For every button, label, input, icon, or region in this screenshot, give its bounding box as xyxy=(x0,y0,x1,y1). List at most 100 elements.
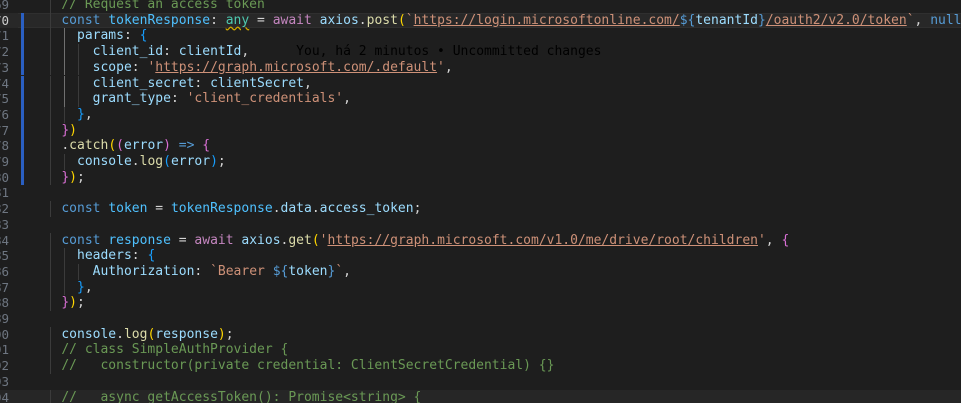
code-token: ( xyxy=(311,232,320,248)
line-number: 80 xyxy=(0,169,9,185)
code-text[interactable]: }); xyxy=(46,295,84,311)
code-token: https://graph.microsoft.com/.default xyxy=(155,59,438,75)
code-line[interactable]: 85 headers: { xyxy=(0,248,961,264)
code-text[interactable]: client_id: clientId, You, há 2 minutos •… xyxy=(46,44,602,60)
code-text[interactable]: console.log(error); xyxy=(46,154,226,170)
code-token: . xyxy=(311,201,320,217)
code-token: tenantId xyxy=(695,12,758,28)
code-token: // class SimpleAuthProvider { xyxy=(61,342,289,358)
code-line[interactable]: 83 xyxy=(0,217,961,233)
code-text[interactable]: .catch((error) => { xyxy=(46,138,210,154)
code-line[interactable]: 80 }); xyxy=(0,169,961,186)
code-text[interactable]: }); xyxy=(46,170,84,186)
code-line[interactable]: 79 console.log(error); xyxy=(0,154,961,170)
code-text[interactable]: // class SimpleAuthProvider { xyxy=(46,342,289,358)
git-change-marker[interactable] xyxy=(21,59,24,76)
code-text[interactable]: Authorization: `Bearer ${token}`, xyxy=(46,264,351,280)
code-token: : xyxy=(194,263,211,279)
code-text[interactable]: const response = await axios.get('https:… xyxy=(46,232,789,249)
line-number: 76 xyxy=(0,106,9,122)
code-token: ` xyxy=(906,12,915,28)
code-line[interactable]: 74 client_secret: clientSecret, xyxy=(0,75,961,92)
code-line[interactable]: 84 const response = await axios.get('htt… xyxy=(0,232,961,249)
code-line[interactable]: 93 xyxy=(0,374,961,390)
git-blame-annotation: You, há 2 minutos • Uncommitted changes xyxy=(249,44,602,60)
code-line[interactable]: 77 }) xyxy=(0,122,961,139)
code-token: : xyxy=(123,28,140,44)
code-line[interactable]: 92 // constructor(private credential: Cl… xyxy=(0,358,961,374)
git-change-marker[interactable] xyxy=(21,106,24,123)
code-text[interactable]: // async getAccessToken(): Promise<strin… xyxy=(46,390,421,403)
code-text[interactable]: headers: { xyxy=(46,248,155,264)
code-line[interactable]: 73 scope: 'https://graph.microsoft.com/.… xyxy=(0,59,961,76)
code-line[interactable]: 82 const token = tokenResponse.data.acce… xyxy=(0,201,961,217)
code-line[interactable]: 71 params: { xyxy=(0,28,961,45)
code-token: access_token xyxy=(319,201,414,217)
code-line[interactable]: 69 // Request an access token xyxy=(0,0,961,13)
code-line[interactable]: 89 xyxy=(0,311,961,327)
code-token: error xyxy=(123,138,164,154)
code-text[interactable]: }, xyxy=(46,107,93,123)
code-token: ( xyxy=(163,154,171,169)
code-token: 'client_credentials' xyxy=(186,91,344,107)
code-text[interactable]: scope: 'https://graph.microsoft.com/.def… xyxy=(46,60,453,76)
line-number: 84 xyxy=(0,232,9,248)
code-text[interactable]: grant_type: 'client_credentials', xyxy=(46,91,351,107)
code-text[interactable]: // constructor(private credential: Clien… xyxy=(46,358,554,374)
code-line[interactable]: 88 }); xyxy=(0,295,961,311)
code-token: console xyxy=(77,154,132,169)
code-line[interactable]: 76 }, xyxy=(0,106,961,123)
code-editor[interactable]: 69 // Request an access token70 const to… xyxy=(0,0,961,403)
line-number: 90 xyxy=(0,326,9,342)
git-change-marker[interactable] xyxy=(21,169,24,186)
code-line[interactable]: 86 Authorization: `Bearer ${token}`, xyxy=(0,263,961,280)
code-text[interactable]: }, xyxy=(46,280,93,296)
code-line[interactable]: 81 xyxy=(0,185,961,201)
code-text[interactable]: }) xyxy=(46,123,77,139)
code-line[interactable]: 78 .catch((error) => { xyxy=(0,138,961,154)
code-text[interactable]: client_secret: clientSecret, xyxy=(46,76,312,92)
code-token: Authorization xyxy=(92,263,195,279)
git-change-marker[interactable] xyxy=(21,154,24,170)
git-change-marker[interactable] xyxy=(21,138,24,154)
code-line[interactable]: 90 console.log(response); xyxy=(0,326,961,343)
git-change-marker[interactable] xyxy=(21,122,24,139)
code-token: ( xyxy=(116,138,124,154)
git-change-marker[interactable] xyxy=(21,12,24,29)
line-number: 77 xyxy=(0,122,9,138)
code-text[interactable]: // Request an access token xyxy=(46,0,265,13)
code-line[interactable]: 91 // class SimpleAuthProvider { xyxy=(0,342,961,359)
code-line[interactable]: 75 grant_type: 'client_credentials', xyxy=(0,91,961,107)
git-change-marker[interactable] xyxy=(21,91,24,107)
line-number: 78 xyxy=(0,138,9,154)
code-line[interactable]: 87 }, xyxy=(0,279,961,296)
code-token: headers xyxy=(77,248,132,264)
code-token: : xyxy=(131,59,148,75)
git-change-marker[interactable] xyxy=(21,75,24,92)
git-change-marker[interactable] xyxy=(21,28,24,45)
code-text[interactable]: const tokenResponse: any = await axios.p… xyxy=(46,13,961,29)
code-token: ) xyxy=(217,326,226,342)
code-token: axios xyxy=(241,232,281,248)
git-change-marker[interactable] xyxy=(21,44,24,60)
code-token: : xyxy=(210,12,226,28)
line-number: 85 xyxy=(0,248,9,264)
code-line[interactable]: 94 // async getAccessToken(): Promise<st… xyxy=(0,389,961,403)
code-token: scope xyxy=(92,59,132,75)
code-token: , xyxy=(914,12,931,28)
code-token: ) xyxy=(210,154,218,169)
code-token: post xyxy=(366,12,398,28)
code-text[interactable]: params: { xyxy=(46,28,147,44)
code-text[interactable]: const token = tokenResponse.data.access_… xyxy=(46,201,421,217)
code-token: const xyxy=(61,232,109,248)
code-line[interactable]: 72 client_id: clientId, You, há 2 minuto… xyxy=(0,44,961,60)
code-text[interactable]: console.log(response); xyxy=(46,326,233,343)
code-token: , xyxy=(765,232,782,248)
code-line[interactable]: 70 const tokenResponse: any = await axio… xyxy=(0,12,961,29)
